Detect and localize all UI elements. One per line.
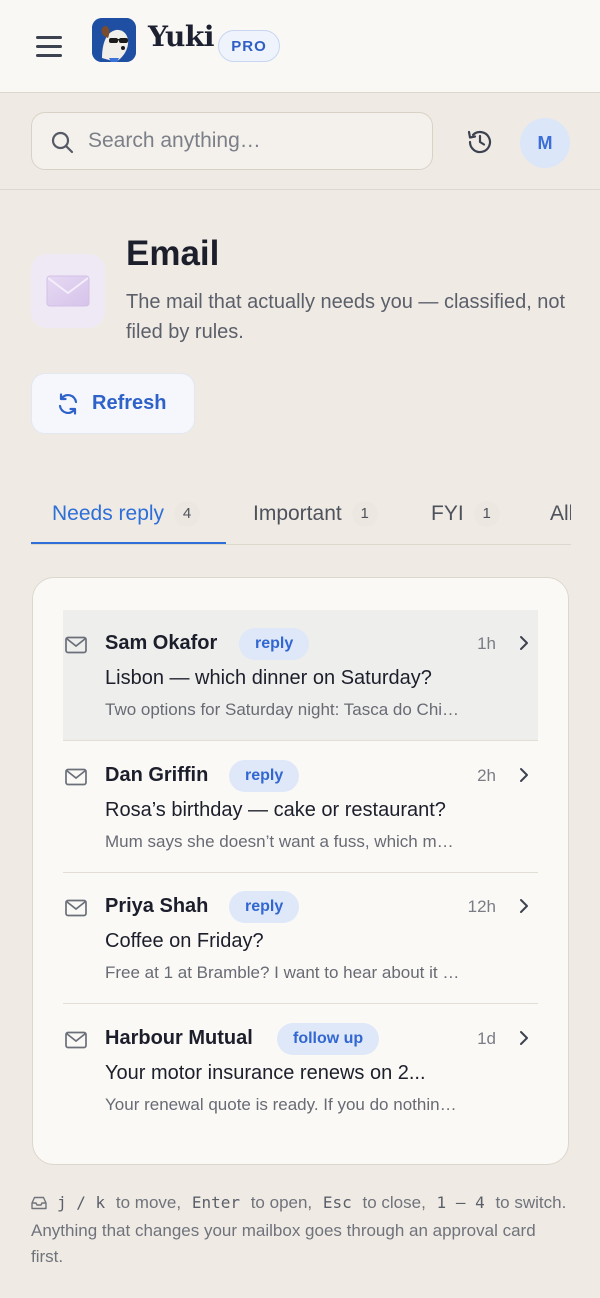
- envelope-icon: [65, 1031, 87, 1054]
- kbd-close: Esc: [322, 1193, 352, 1212]
- tab-label: Needs reply: [52, 501, 165, 525]
- tab-label: FYI: [431, 501, 464, 525]
- email-time: 1d: [477, 1029, 496, 1048]
- hint-text: to close,: [357, 1193, 431, 1212]
- email-row[interactable]: Harbour Mutual follow up 1d Your motor i…: [63, 1005, 538, 1136]
- yuki-logo-icon: [92, 18, 136, 62]
- pro-badge: PRO: [218, 30, 280, 62]
- chevron-right-icon: [518, 634, 530, 657]
- email-time: 2h: [477, 766, 496, 785]
- chevron-right-icon: [518, 766, 530, 789]
- mail-envelope-icon: [31, 254, 105, 328]
- email-time: 12h: [467, 897, 496, 916]
- email-tag: reply: [229, 891, 300, 923]
- tab-needs-reply[interactable]: Needs reply 4: [31, 482, 226, 544]
- email-sender: Harbour Mutual: [105, 1027, 253, 1049]
- email-tag: reply: [239, 628, 310, 660]
- email-subject: Rosa’s birthday — cake or restaurant?: [105, 799, 446, 821]
- search-input[interactable]: [88, 123, 418, 159]
- search-icon: [50, 130, 74, 159]
- email-preview: Two options for Saturday night: Tasca do…: [105, 700, 460, 719]
- top-bar: Yuki PRO: [0, 0, 600, 93]
- tab-fyi[interactable]: FYI 1: [431, 482, 500, 544]
- tab-count: 4: [174, 500, 201, 527]
- header-divider: [0, 189, 600, 190]
- refresh-label: Refresh: [92, 392, 167, 414]
- email-subject: Lisbon — which dinner on Saturday?: [105, 667, 432, 689]
- email-list: Sam Okafor reply 1h Lisbon — which dinne…: [32, 577, 569, 1165]
- email-subject: Your motor insurance renews on 2...: [105, 1062, 426, 1084]
- tab-count: 1: [351, 500, 378, 527]
- tab-all[interactable]: All: [550, 482, 571, 544]
- kbd-open: Enter: [191, 1193, 240, 1212]
- envelope-icon: [65, 768, 87, 791]
- email-row[interactable]: Sam Okafor reply 1h Lisbon — which dinne…: [63, 610, 538, 741]
- hint-text: to move,: [111, 1193, 186, 1212]
- envelope-icon: [65, 636, 87, 659]
- email-preview: Free at 1 at Bramble? I want to hear abo…: [105, 963, 460, 982]
- kbd-move: j / k: [57, 1193, 106, 1212]
- tab-important[interactable]: Important 1: [253, 482, 378, 544]
- email-sender: Priya Shah: [105, 895, 209, 917]
- chevron-right-icon: [518, 1029, 530, 1052]
- email-sender: Sam Okafor: [105, 632, 218, 654]
- hint-text: to open,: [245, 1193, 317, 1212]
- menu-icon[interactable]: [36, 34, 62, 58]
- email-row[interactable]: Priya Shah reply 12h Coffee on Friday? F…: [63, 873, 538, 1004]
- page-subtitle: The mail that actually needs you — class…: [126, 291, 566, 343]
- search-box[interactable]: [31, 112, 433, 170]
- email-subject: Coffee on Friday?: [105, 930, 264, 952]
- chevron-right-icon: [518, 897, 530, 920]
- brand-name: Yuki: [148, 20, 214, 53]
- email-time: 1h: [477, 634, 496, 653]
- email-preview: Your renewal quote is ready. If you do n…: [105, 1095, 460, 1114]
- email-row[interactable]: Dan Griffin reply 2h Rosa’s birthday — c…: [63, 742, 538, 873]
- email-preview: Mum says she doesn’t want a fuss, which …: [105, 832, 460, 851]
- keyboard-hint: j / k to move, Enter to open, Esc to clo…: [31, 1190, 571, 1270]
- email-tag: follow up: [277, 1023, 380, 1055]
- tab-count: 1: [473, 500, 500, 527]
- avatar[interactable]: M: [520, 118, 570, 168]
- refresh-button[interactable]: Refresh: [31, 373, 195, 434]
- history-icon[interactable]: [465, 127, 495, 157]
- tab-label: Important: [253, 501, 342, 525]
- envelope-icon: [65, 899, 87, 922]
- email-tag: reply: [229, 760, 300, 792]
- refresh-icon: [56, 392, 80, 416]
- page-title: Email: [126, 234, 220, 273]
- tab-bar: Needs reply 4 Important 1 FYI 1 All: [31, 482, 571, 545]
- tab-label: All: [550, 501, 571, 525]
- inbox-icon: [31, 1192, 47, 1218]
- email-sender: Dan Griffin: [105, 764, 209, 786]
- kbd-switch: 1 – 4: [436, 1193, 485, 1212]
